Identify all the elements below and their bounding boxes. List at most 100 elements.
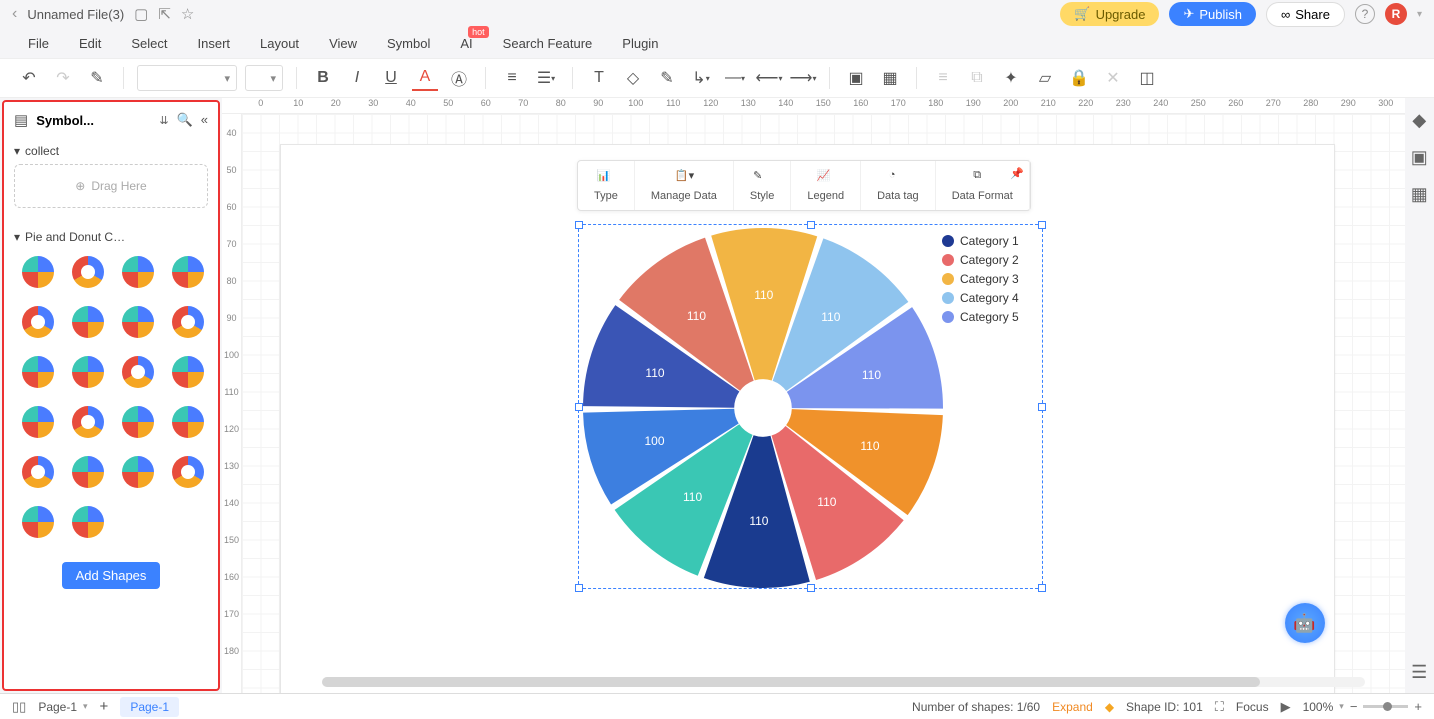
arrow-start-button[interactable]: ⟵▾ — [756, 65, 782, 91]
arrow-end-button[interactable]: ⟶▾ — [790, 65, 816, 91]
search-icon[interactable]: 🔍 — [177, 112, 193, 128]
shape-thumb[interactable] — [166, 350, 210, 394]
menu-layout[interactable]: Layout — [260, 36, 299, 51]
shape-thumb[interactable] — [66, 300, 110, 344]
shape-thumb[interactable] — [16, 250, 60, 294]
size-dropdown[interactable]: ▾ — [245, 65, 283, 91]
font-dropdown[interactable]: ▾ — [137, 65, 237, 91]
menu-file[interactable]: File — [28, 36, 49, 51]
redo-button[interactable]: ↷ — [50, 65, 76, 91]
fill-panel-icon[interactable]: ◆ — [1412, 110, 1426, 131]
pie-chart[interactable] — [583, 228, 943, 588]
text-tool-button[interactable]: T — [586, 65, 612, 91]
shape-thumb[interactable] — [116, 350, 160, 394]
share-button[interactable]: ∞Share — [1266, 2, 1345, 27]
format-painter-button[interactable]: ✎ — [84, 65, 110, 91]
publish-button[interactable]: ✈Publish — [1169, 2, 1256, 26]
zoom-in-button[interactable]: + — [1414, 699, 1422, 714]
menu-edit[interactable]: Edit — [79, 36, 101, 51]
data-tag-button[interactable]: ◔Data tag — [861, 161, 936, 210]
zoom-out-button[interactable]: − — [1350, 699, 1358, 714]
save-icon[interactable]: ▢ — [134, 5, 148, 23]
shape-thumb[interactable] — [16, 350, 60, 394]
highlight-button[interactable]: Ⓐ — [446, 65, 472, 91]
assistant-bubble[interactable]: 🤖 — [1285, 603, 1325, 643]
italic-button[interactable]: I — [344, 65, 370, 91]
handle-br[interactable] — [1038, 584, 1046, 592]
grid-panel-icon[interactable]: ▦ — [1411, 184, 1428, 205]
collapse-icon[interactable]: « — [201, 112, 208, 128]
expand-link[interactable]: Expand — [1052, 700, 1093, 714]
shape-thumb[interactable] — [116, 300, 160, 344]
upgrade-button[interactable]: 🛒Upgrade — [1060, 2, 1159, 26]
handle-ml[interactable] — [575, 403, 583, 411]
properties-panel-icon[interactable]: ▣ — [1411, 147, 1428, 168]
more-panel-icon[interactable]: ☰ — [1411, 662, 1427, 683]
connector-button[interactable]: ↳▾ — [688, 65, 714, 91]
chart-type-button[interactable]: 📊Type — [578, 161, 635, 210]
drag-here-zone[interactable]: ⊕Drag Here — [14, 164, 208, 208]
tools-button[interactable]: ✕ — [1100, 65, 1126, 91]
menu-view[interactable]: View — [329, 36, 357, 51]
underline-button[interactable]: U — [378, 65, 404, 91]
scrollbar-horizontal[interactable] — [322, 677, 1365, 687]
shape-thumb[interactable] — [66, 500, 110, 544]
shape-thumb[interactable] — [16, 300, 60, 344]
zoom-slider[interactable] — [1363, 705, 1408, 708]
focus-label[interactable]: Focus — [1236, 700, 1269, 714]
handle-mr[interactable] — [1038, 403, 1046, 411]
diamond-icon[interactable]: ◆ — [1105, 700, 1114, 714]
handle-bl[interactable] — [575, 584, 583, 592]
manage-data-button[interactable]: 📋▾Manage Data — [635, 161, 734, 210]
table-button[interactable]: ▦ — [877, 65, 903, 91]
shape-thumb[interactable] — [116, 250, 160, 294]
legend-button[interactable]: 📈Legend — [791, 161, 861, 210]
shape-thumb[interactable] — [66, 450, 110, 494]
page-tab-active[interactable]: Page-1 — [120, 697, 179, 717]
menu-symbol[interactable]: Symbol — [387, 36, 430, 51]
pin-double-icon[interactable]: ⇊ — [159, 114, 168, 127]
align-left-button[interactable]: ≡ — [499, 65, 525, 91]
fill-button[interactable]: ◇ — [620, 65, 646, 91]
layers-button[interactable]: ◫ — [1134, 65, 1160, 91]
shape-thumb[interactable] — [16, 500, 60, 544]
avatar-dropdown-icon[interactable]: ▾ — [1417, 9, 1422, 20]
shape-thumb[interactable] — [166, 450, 210, 494]
crop-button[interactable]: ▱ — [1032, 65, 1058, 91]
image-button[interactable]: ▣ — [843, 65, 869, 91]
zoom-value[interactable]: 100% — [1303, 700, 1334, 714]
group-button[interactable]: ⧉ — [964, 65, 990, 91]
menu-insert[interactable]: Insert — [198, 36, 231, 51]
text-color-button[interactable]: A — [412, 65, 438, 91]
shape-thumb[interactable] — [16, 400, 60, 444]
menu-search[interactable]: Search Feature — [503, 36, 593, 51]
star-icon[interactable]: ☆ — [181, 5, 194, 23]
bold-button[interactable]: B — [310, 65, 336, 91]
shape-thumb[interactable] — [66, 250, 110, 294]
canvas[interactable]: 📊Type 📋▾Manage Data ✎Style 📈Legend ◔Data… — [242, 114, 1405, 693]
align-button[interactable]: ≡ — [930, 65, 956, 91]
pen-button[interactable]: ✎ — [654, 65, 680, 91]
shape-thumb[interactable] — [116, 450, 160, 494]
shape-thumb[interactable] — [66, 400, 110, 444]
handle-tr[interactable] — [1038, 221, 1046, 229]
page-dropdown[interactable]: Page-1▾ — [38, 700, 87, 714]
undo-button[interactable]: ↶ — [16, 65, 42, 91]
shape-thumb[interactable] — [166, 300, 210, 344]
shape-thumb[interactable] — [166, 250, 210, 294]
handle-tl[interactable] — [575, 221, 583, 229]
back-button[interactable]: ‹ — [12, 5, 17, 23]
menu-select[interactable]: Select — [131, 36, 167, 51]
play-icon[interactable]: ▶ — [1281, 699, 1291, 715]
avatar[interactable]: R — [1385, 3, 1407, 25]
section-pie[interactable]: ▾Pie and Donut C… — [14, 230, 208, 244]
pages-icon[interactable]: ▯▯ — [12, 699, 26, 715]
line-spacing-button[interactable]: ☰▾ — [533, 65, 559, 91]
shape-thumb[interactable] — [116, 400, 160, 444]
add-shapes-button[interactable]: Add Shapes — [62, 562, 161, 589]
menu-ai[interactable]: AIhot — [460, 36, 472, 51]
auto-button[interactable]: ✦ — [998, 65, 1024, 91]
help-icon[interactable]: ? — [1355, 4, 1375, 24]
focus-target-icon[interactable]: ⛶ — [1215, 699, 1224, 715]
lock-button[interactable]: 🔒 — [1066, 65, 1092, 91]
